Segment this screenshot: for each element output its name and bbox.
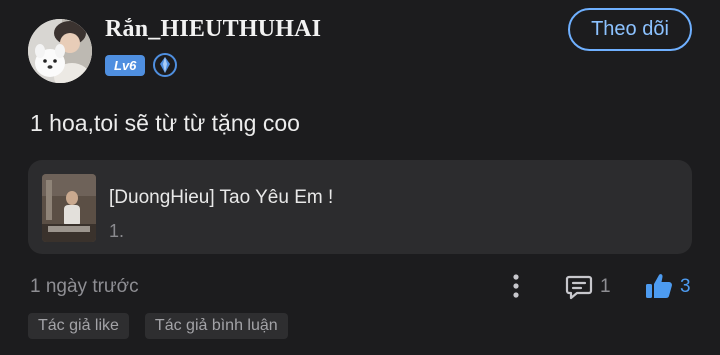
comment-icon[interactable]	[565, 273, 593, 301]
comment-count: 1	[600, 276, 611, 297]
song-thumbnail	[42, 174, 96, 242]
author-badges: Lv6	[105, 53, 178, 77]
tag-author-comment: Tác giả bình luận	[144, 313, 288, 339]
tag-author-like: Tác giả like	[28, 313, 129, 339]
shared-song-card[interactable]: [DuongHieu] Tao Yêu Em ! 1.	[28, 160, 692, 254]
more-options-icon[interactable]	[506, 272, 526, 300]
shared-song-title: [DuongHieu] Tao Yêu Em !	[109, 187, 334, 208]
author-username[interactable]: Rắn_HIEUTHUHAI	[105, 16, 321, 43]
post-timestamp: 1 ngày trước	[30, 276, 139, 297]
thumbs-up-icon[interactable]	[644, 271, 674, 301]
shared-song-subtitle: 1.	[109, 221, 125, 241]
level-badge: Lv6	[105, 54, 146, 76]
diamond-badge-icon	[153, 53, 178, 77]
author-avatar[interactable]	[28, 19, 92, 83]
author-interaction-tags: Tác giả like Tác giả bình luận	[28, 313, 288, 339]
follow-button[interactable]: Theo dõi	[568, 8, 692, 51]
like-count: 3	[680, 276, 691, 297]
post-text: 1 hoa,toi sẽ từ từ tặng coo	[30, 110, 300, 136]
